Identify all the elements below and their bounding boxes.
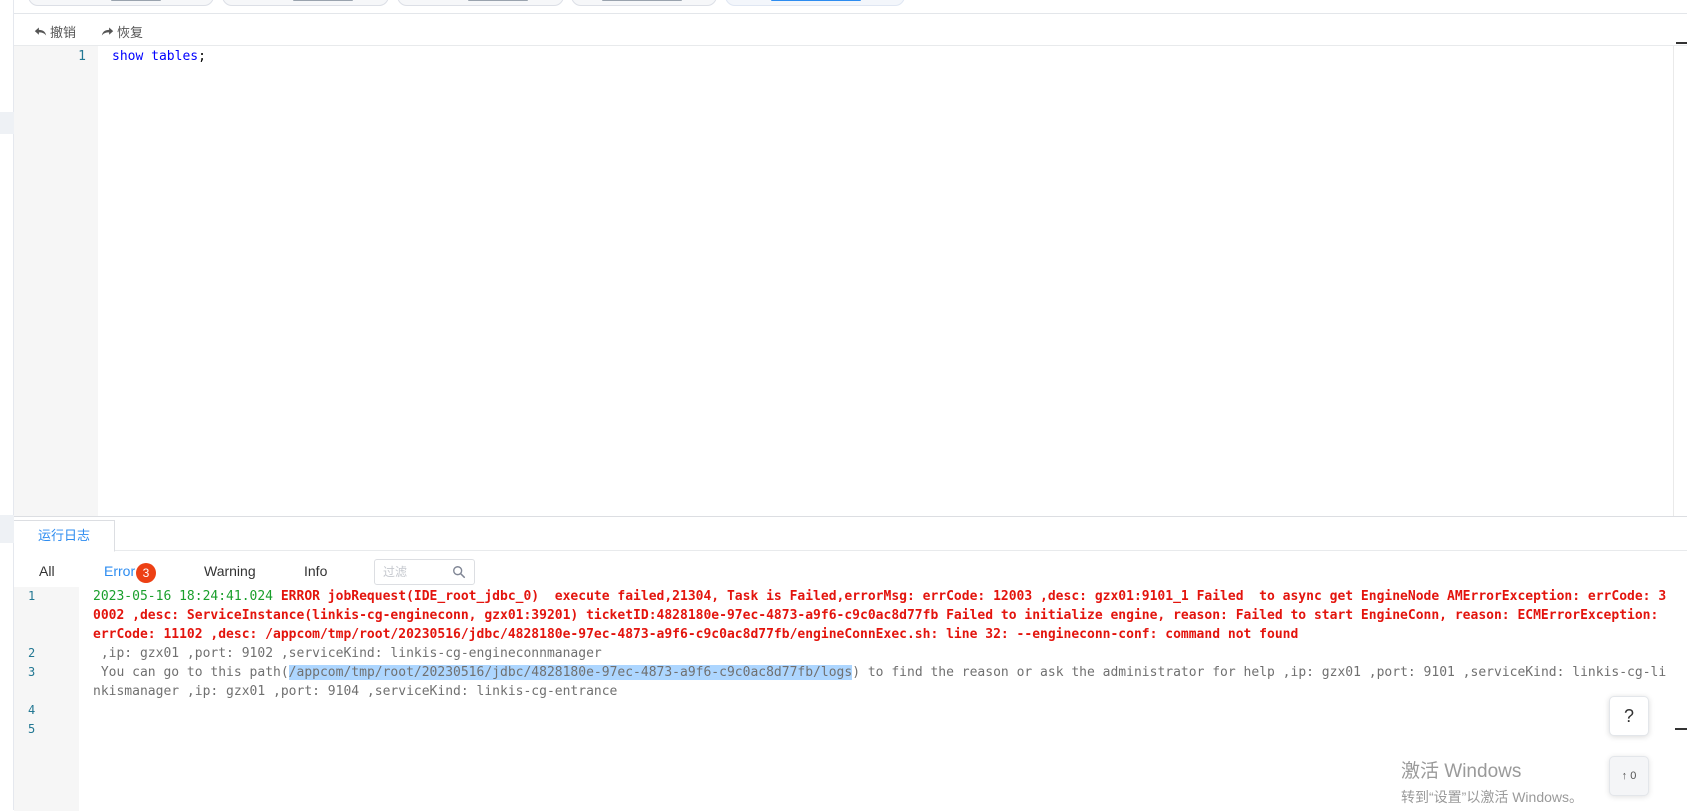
filter-warning[interactable]: Warning: [204, 563, 256, 579]
log-line-number: 4: [28, 703, 36, 717]
code-editor[interactable]: 1 show tables;: [14, 42, 1687, 516]
log-content[interactable]: 1 2 3 4 5 2023-05-16 18:24:41.024 ERROR …: [14, 587, 1687, 811]
sidebar-marker: [0, 515, 14, 543]
undo-icon: [34, 26, 47, 36]
log-panel: 运行日志 All Error 3 Warning Info 1 2 3 4 5 …: [14, 516, 1687, 811]
file-tab-label: [111, 0, 161, 1]
editor-line-gutter: 1: [14, 46, 98, 516]
editor-toolbar: 撤销 恢复: [14, 15, 1687, 46]
code-keyword: tables: [151, 49, 199, 64]
log-line-number: 3: [28, 665, 36, 679]
log-error-message: ERROR jobRequest(IDE_root_jdbc_0) execut…: [93, 589, 1667, 642]
sidebar-marker: [0, 112, 14, 134]
log-text-prefix: You can go to this path(: [93, 665, 289, 680]
log-tab-bar: 运行日志: [14, 517, 1687, 552]
log-filter-box: [374, 559, 475, 585]
file-tab-label: [602, 0, 682, 1]
log-line-gutter: 1 2 3 4 5: [14, 587, 79, 811]
code-keyword: show: [112, 49, 144, 64]
file-tab[interactable]: [28, 0, 214, 6]
log-line-number: 2: [28, 646, 36, 660]
undo-label: 撤销: [50, 24, 77, 40]
log-line[interactable]: ,ip: gzx01 ,port: 9102 ,serviceKind: lin…: [93, 644, 1673, 663]
back-to-top-button[interactable]: ↑ 0: [1609, 756, 1649, 796]
file-tab-label: [468, 0, 528, 1]
code-punctuation: ;: [198, 49, 206, 64]
filter-all[interactable]: All: [39, 563, 55, 579]
line-number: 1: [78, 49, 86, 64]
file-tab[interactable]: [397, 0, 564, 6]
file-tab-active[interactable]: [725, 0, 905, 6]
redo-label: 恢复: [117, 24, 144, 40]
filter-error[interactable]: Error: [104, 563, 135, 579]
log-filter-input[interactable]: [375, 560, 453, 584]
selected-log-path[interactable]: /appcom/tmp/root/20230516/jdbc/4828180e-…: [288, 665, 853, 680]
filter-info[interactable]: Info: [304, 563, 327, 579]
log-line-number: 1: [28, 589, 36, 603]
scrollbar-marker: [1676, 42, 1687, 44]
tab-run-log[interactable]: 运行日志: [14, 520, 116, 552]
log-line-error[interactable]: 2023-05-16 18:24:41.024 ERROR jobRequest…: [93, 587, 1673, 644]
log-filter-bar: All Error 3 Warning Info: [14, 559, 1687, 585]
file-tab-label: [293, 0, 353, 1]
file-tab[interactable]: [571, 0, 717, 6]
redo-icon: [101, 26, 114, 36]
file-tab-label: [771, 0, 861, 1]
file-tab[interactable]: [222, 0, 389, 6]
log-timestamp: 2023-05-16 18:24:41.024: [93, 589, 274, 604]
scrollbar-marker: [1675, 728, 1687, 730]
file-tabs-strip: [14, 0, 1687, 14]
left-sidebar-edge: [0, 0, 14, 810]
log-line[interactable]: You can go to this path(/appcom/tmp/root…: [93, 663, 1673, 701]
code-line[interactable]: show tables;: [112, 47, 206, 66]
error-count-badge: 3: [136, 563, 156, 583]
editor-code-area[interactable]: show tables;: [98, 46, 1667, 516]
search-icon[interactable]: [452, 565, 466, 579]
editor-scrollbar[interactable]: [1673, 42, 1687, 516]
undo-button[interactable]: 撤销: [34, 22, 76, 40]
redo-button[interactable]: 恢复: [101, 22, 143, 40]
log-line-number: 5: [28, 722, 36, 736]
log-text-area[interactable]: 2023-05-16 18:24:41.024 ERROR jobRequest…: [79, 587, 1669, 811]
help-button[interactable]: ?: [1609, 696, 1649, 736]
